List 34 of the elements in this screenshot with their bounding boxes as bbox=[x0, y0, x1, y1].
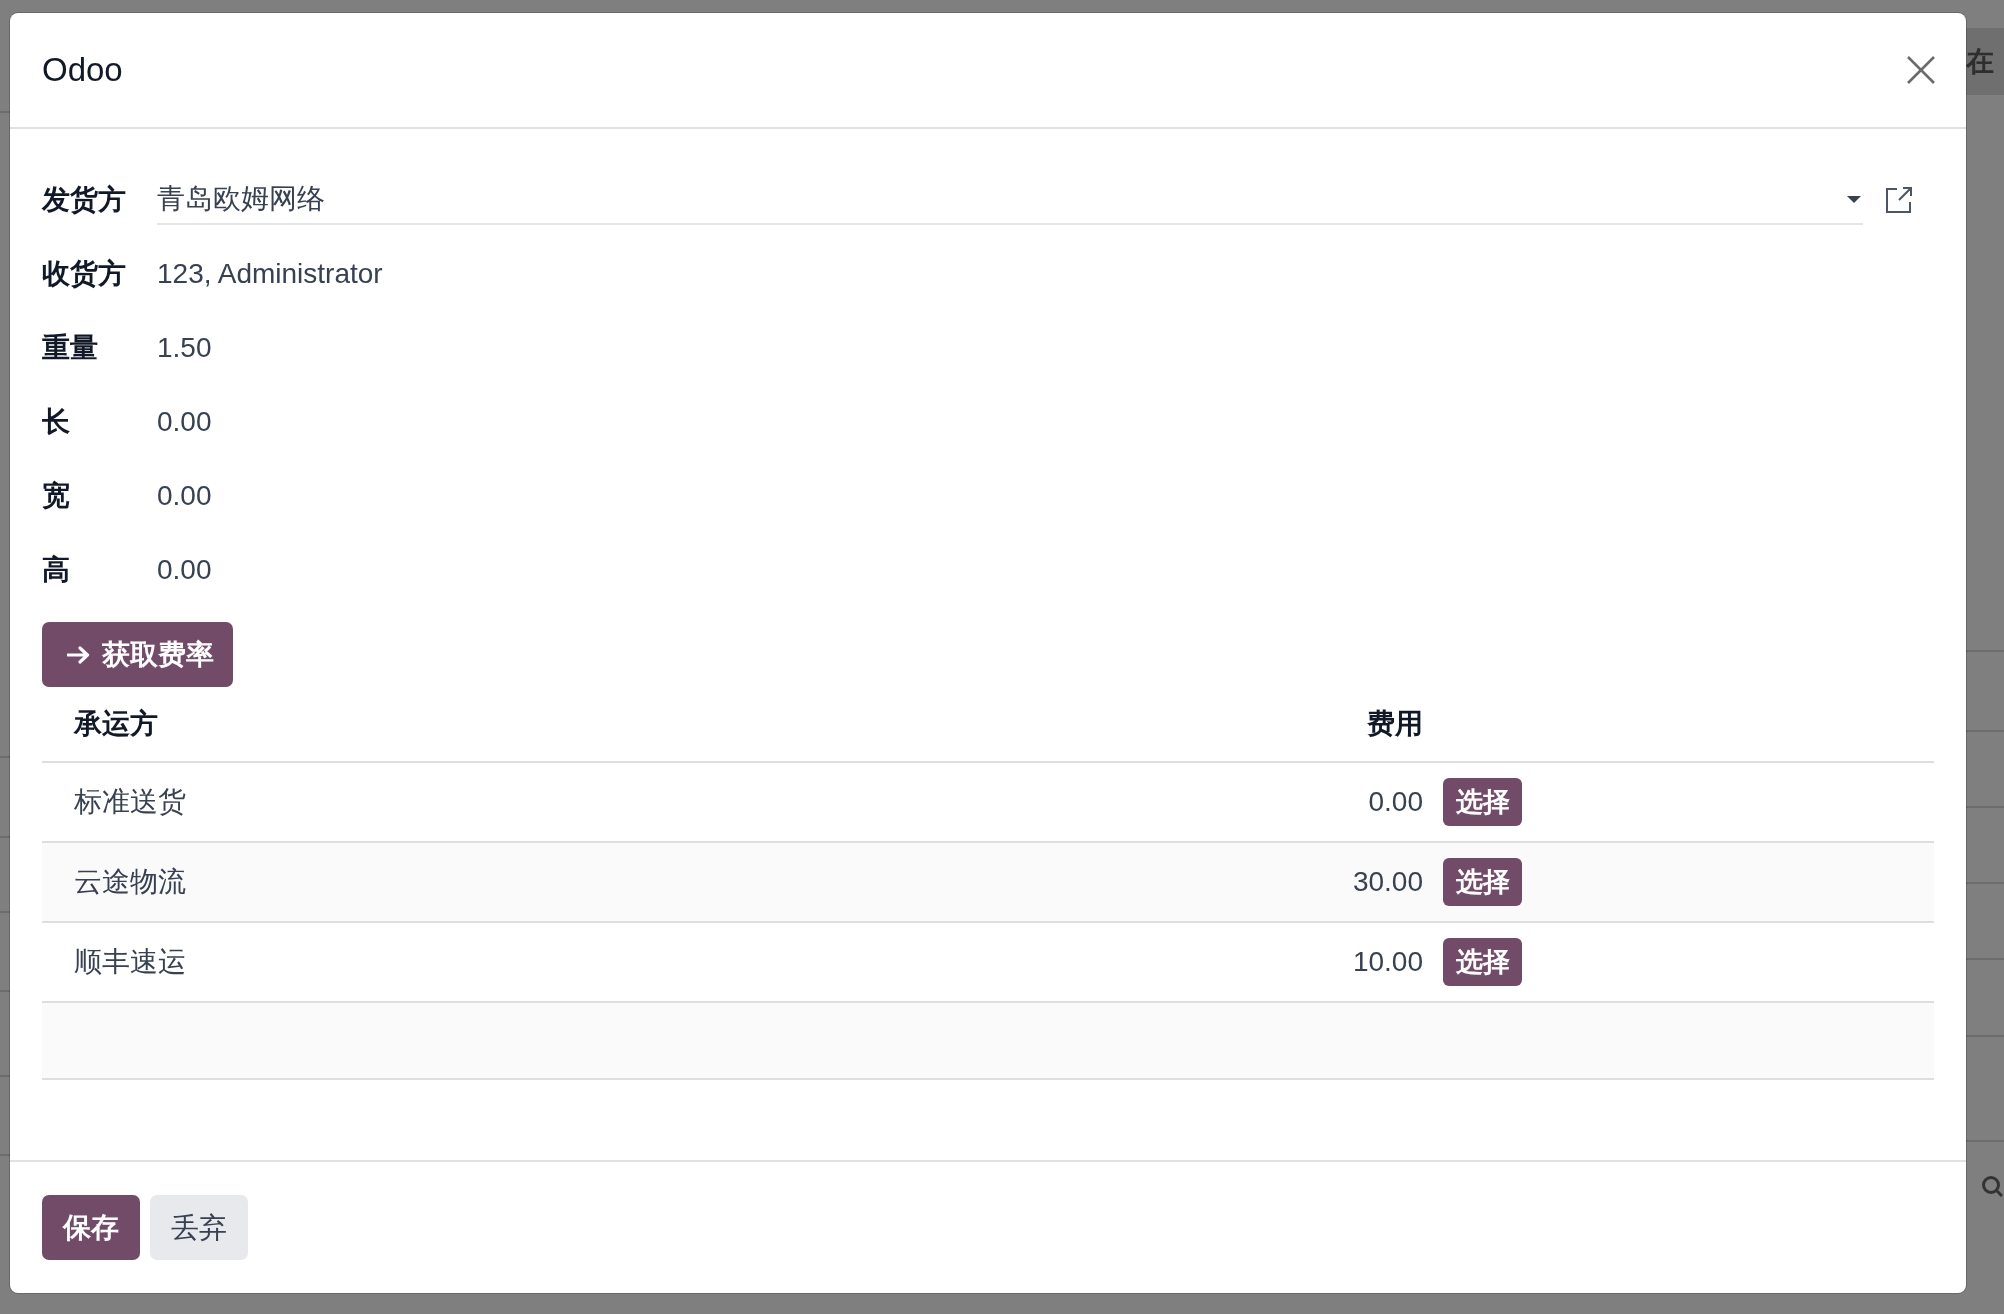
select-button[interactable]: 选择 bbox=[1443, 858, 1522, 906]
table-cell-text: 顺丰速运 bbox=[73, 945, 186, 979]
field-label: 收货方 bbox=[42, 257, 127, 291]
column-header: 费用 bbox=[1367, 707, 1423, 741]
background-toolbar-text: 在 bbox=[1966, 28, 2004, 95]
external-link-icon[interactable] bbox=[1885, 186, 1913, 214]
close-button[interactable] bbox=[1907, 56, 1935, 84]
field-value: 123, Administrator bbox=[157, 258, 383, 290]
table-cell: 30.00 bbox=[1352, 866, 1423, 898]
field-label: 重量 bbox=[42, 331, 99, 365]
caret-icon bbox=[1847, 195, 1861, 203]
arrow-right-icon bbox=[67, 645, 90, 664]
field-label: 长 bbox=[42, 405, 71, 439]
field-value: 0.00 bbox=[157, 554, 212, 586]
field-label: 高 bbox=[42, 553, 71, 587]
table-cell-text: 云途物流 bbox=[73, 865, 186, 899]
table-cell: 0.00 bbox=[1368, 786, 1423, 818]
get-rates-button[interactable]: 获取费率 bbox=[42, 622, 233, 687]
select-button[interactable]: 选择 bbox=[1443, 938, 1522, 986]
field-label: 发货方 bbox=[42, 183, 127, 217]
discard-button[interactable]: 丢弃 bbox=[150, 1195, 248, 1260]
table-cell: 10.00 bbox=[1352, 946, 1423, 978]
field-value: 1.50 bbox=[157, 332, 212, 364]
dialog-title: Odoo bbox=[42, 51, 123, 89]
column-header: 承运方 bbox=[72, 707, 158, 741]
save-button[interactable]: 保存 bbox=[42, 1195, 140, 1260]
field-label: 宽 bbox=[42, 479, 71, 513]
select-field[interactable]: 青岛欧姆网络 bbox=[157, 175, 1863, 225]
table-cell-text: 标准送货 bbox=[73, 785, 186, 819]
field-value: 0.00 bbox=[157, 480, 212, 512]
close-icon bbox=[1907, 56, 1935, 84]
field-value: 0.00 bbox=[157, 406, 212, 438]
select-button[interactable]: 选择 bbox=[1443, 778, 1522, 826]
search-icon bbox=[1981, 1175, 2003, 1197]
